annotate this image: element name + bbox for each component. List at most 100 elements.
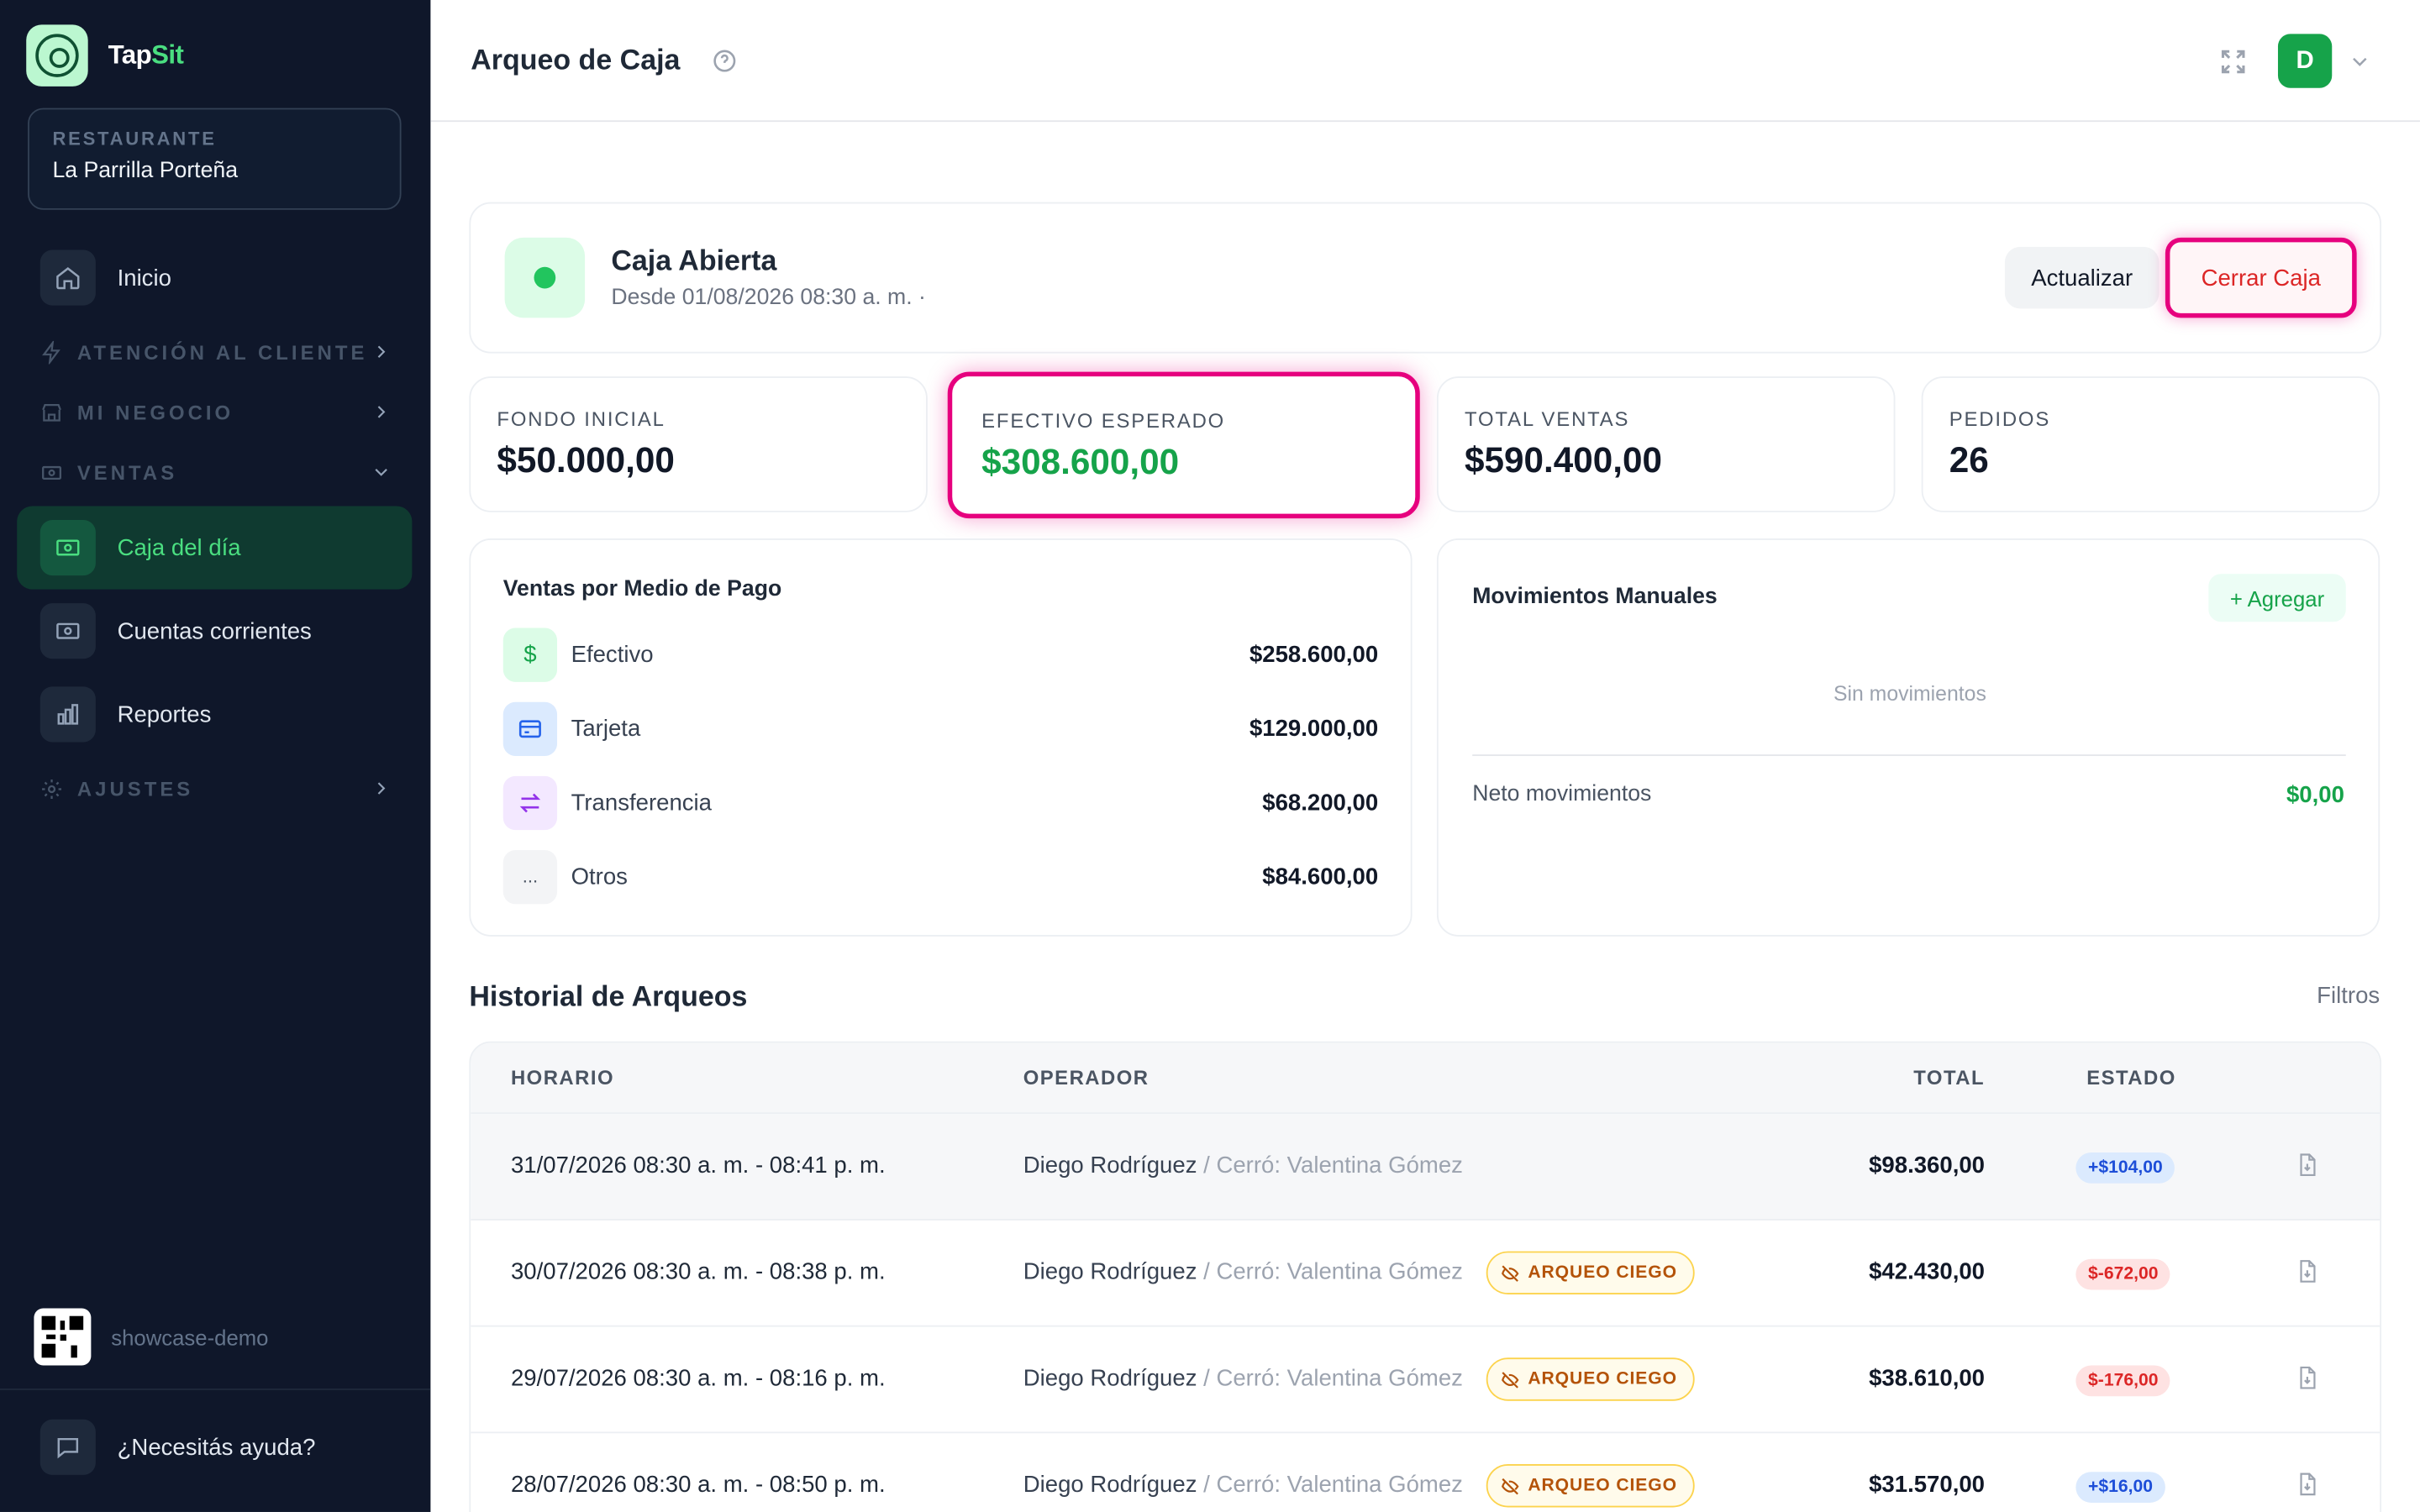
help-circle-icon[interactable] <box>711 47 737 73</box>
table-row[interactable]: 29/07/2026 08:30 a. m. - 08:16 p. m. Die… <box>471 1327 2381 1434</box>
sidebar-item-reportes[interactable]: Reportes <box>17 673 412 756</box>
stat-value: 26 <box>1949 439 1989 480</box>
home-icon <box>39 249 96 306</box>
stat-value: $590.400,00 <box>1465 439 1662 480</box>
filters-button[interactable]: Filtros <box>2317 983 2380 1009</box>
topbar: Arqueo de Caja D <box>430 0 2420 123</box>
add-movement-button[interactable]: + Agregar <box>2208 574 2346 622</box>
status-title: Caja Abierta <box>611 244 777 276</box>
help-label: ¿Necesitás ayuda? <box>117 1434 316 1461</box>
column-header-total[interactable]: TOTAL <box>1913 1066 1985 1089</box>
table-header: HORARIO OPERADOR TOTAL ESTADO <box>471 1042 2381 1115</box>
cash-icon <box>42 465 62 480</box>
sidebar-item-cuentas[interactable]: Cuentas corrientes <box>17 590 412 673</box>
sidebar-section-negocio[interactable]: MI NEGOCIO <box>40 395 392 428</box>
sidebar-section-label: VENTAS <box>76 460 178 484</box>
table-row[interactable]: 28/07/2026 08:30 a. m. - 08:50 p. m. Die… <box>471 1433 2380 1512</box>
row-time: 29/07/2026 08:30 a. m. - 08:16 p. m. <box>510 1365 886 1392</box>
row-total: $38.610,00 <box>1869 1365 1985 1392</box>
row-time: 28/07/2026 08:30 a. m. - 08:50 p. m. <box>510 1472 886 1499</box>
lightning-icon <box>42 339 60 364</box>
brand[interactable]: TapSit <box>0 0 430 87</box>
document-icon[interactable] <box>2295 1364 2319 1392</box>
restaurant-label: RESTAURANTE <box>52 128 217 150</box>
payment-methods-title: Ventas por Medio de Pago <box>502 576 782 602</box>
sidebar-section-atencion[interactable]: ATENCIÓN AL CLIENTE <box>40 335 392 369</box>
row-total: $31.570,00 <box>1869 1472 1985 1499</box>
sidebar-item-caja[interactable]: Caja del día <box>17 506 413 590</box>
payment-name: Otros <box>571 863 628 890</box>
sidebar: TapSit RESTAURANTE La Parrilla Porteña I… <box>0 0 431 1512</box>
status-subtitle: Desde 01/08/2026 08:30 a. m. · <box>611 285 926 311</box>
stat-card-efectivo-esperado: EFECTIVO ESPERADO $308.600,00 <box>947 371 1420 519</box>
divider <box>1472 754 2346 756</box>
row-operator: Diego Rodríguez / Cerró: Valentina Gómez <box>1023 1152 1463 1179</box>
status-indicator-icon <box>504 237 586 318</box>
stat-card-pedidos: PEDIDOS 26 <box>1921 376 2381 512</box>
stat-label: FONDO INICIAL <box>497 407 666 431</box>
document-icon[interactable] <box>2295 1257 2319 1285</box>
payment-amount: $258.600,00 <box>1249 641 1379 668</box>
sidebar-section-ajustes[interactable]: AJUSTES <box>40 771 392 805</box>
history-title: Historial de Arqueos <box>469 979 748 1012</box>
restaurant-name: La Parrilla Porteña <box>52 159 239 184</box>
payment-methods-card: Ventas por Medio de Pago $ Efectivo $258… <box>469 538 1413 937</box>
history-table: HORARIO OPERADOR TOTAL ESTADO 31/07/2026… <box>469 1041 2382 1512</box>
column-header-time[interactable]: HORARIO <box>511 1066 614 1089</box>
stat-label: EFECTIVO ESPERADO <box>981 408 1226 433</box>
manual-movements-card: Movimientos Manuales + Agregar Sin movim… <box>1436 538 2381 937</box>
page-title: Arqueo de Caja <box>471 43 681 76</box>
chat-icon <box>39 1419 96 1475</box>
stat-value: $50.000,00 <box>497 439 675 480</box>
eye-off-icon <box>1502 1371 1519 1388</box>
table-row[interactable]: 31/07/2026 08:30 a. m. - 08:41 p. m. Die… <box>471 1114 2381 1221</box>
workspace-name: showcase-demo <box>111 1324 269 1350</box>
chevron-down-icon <box>375 469 387 476</box>
refresh-button[interactable]: Actualizar <box>2004 246 2160 309</box>
cash-status-card: Caja Abierta Desde 01/08/2026 08:30 a. m… <box>469 202 2382 354</box>
row-operator: Diego Rodríguez / Cerró: Valentina Gómez <box>1023 1472 1463 1499</box>
row-operator: Diego Rodríguez / Cerró: Valentina Gómez <box>1023 1258 1463 1285</box>
sidebar-section-label: AJUSTES <box>76 776 194 801</box>
column-header-operator[interactable]: OPERADOR <box>1023 1066 1150 1089</box>
payment-row: ... Otros $84.600,00 <box>502 848 1379 904</box>
chevron-right-icon <box>377 782 386 795</box>
credit-card-icon <box>502 701 558 756</box>
help-button[interactable]: ¿Necesitás ayuda? <box>39 1419 316 1475</box>
transfer-arrows-icon <box>502 774 558 830</box>
sidebar-section-ventas[interactable]: VENTAS <box>40 455 392 489</box>
sidebar-item-inicio[interactable]: Inicio <box>17 236 412 319</box>
chevron-right-icon <box>377 406 386 418</box>
restaurant-selector[interactable]: RESTAURANTE La Parrilla Porteña <box>28 108 402 210</box>
dollar-icon: $ <box>502 627 558 681</box>
row-difference-badge: +$104,00 <box>2075 1152 2175 1184</box>
stat-value: $308.600,00 <box>981 441 1180 482</box>
row-time: 30/07/2026 08:30 a. m. - 08:38 p. m. <box>510 1258 886 1285</box>
row-time: 31/07/2026 08:30 a. m. - 08:41 p. m. <box>510 1152 886 1179</box>
fullscreen-icon[interactable] <box>2217 46 2249 77</box>
document-icon[interactable] <box>2295 1151 2319 1179</box>
chevron-right-icon <box>377 345 386 358</box>
payment-name: Transferencia <box>571 789 713 816</box>
workspace-footer[interactable]: showcase-demo <box>34 1308 269 1366</box>
blind-count-badge: ARQUEO CIEGO <box>1486 1357 1695 1401</box>
chevron-down-icon[interactable] <box>2348 50 2372 74</box>
table-row[interactable]: 30/07/2026 08:30 a. m. - 08:38 p. m. Die… <box>471 1221 2381 1327</box>
brand-logo-icon <box>26 24 88 86</box>
document-icon[interactable] <box>2295 1470 2319 1498</box>
stat-card-total-ventas: TOTAL VENTAS $590.400,00 <box>1436 376 1896 512</box>
payment-amount: $84.600,00 <box>1262 863 1379 890</box>
bar-chart-icon <box>39 686 96 743</box>
accounts-icon <box>39 603 96 659</box>
avatar[interactable]: D <box>2277 34 2333 88</box>
store-icon <box>42 403 61 421</box>
payment-amount: $68.200,00 <box>1262 789 1379 816</box>
net-movements-value: $0,00 <box>2286 782 2344 809</box>
eye-off-icon <box>1502 1264 1519 1282</box>
stat-card-fondo: FONDO INICIAL $50.000,00 <box>469 376 928 512</box>
stat-label: TOTAL VENTAS <box>1465 407 1630 431</box>
eye-off-icon <box>1502 1478 1519 1494</box>
close-cash-button[interactable]: Cerrar Caja <box>2165 237 2357 318</box>
column-header-status[interactable]: ESTADO <box>2086 1066 2176 1089</box>
movements-title: Movimientos Manuales <box>1472 585 1718 610</box>
